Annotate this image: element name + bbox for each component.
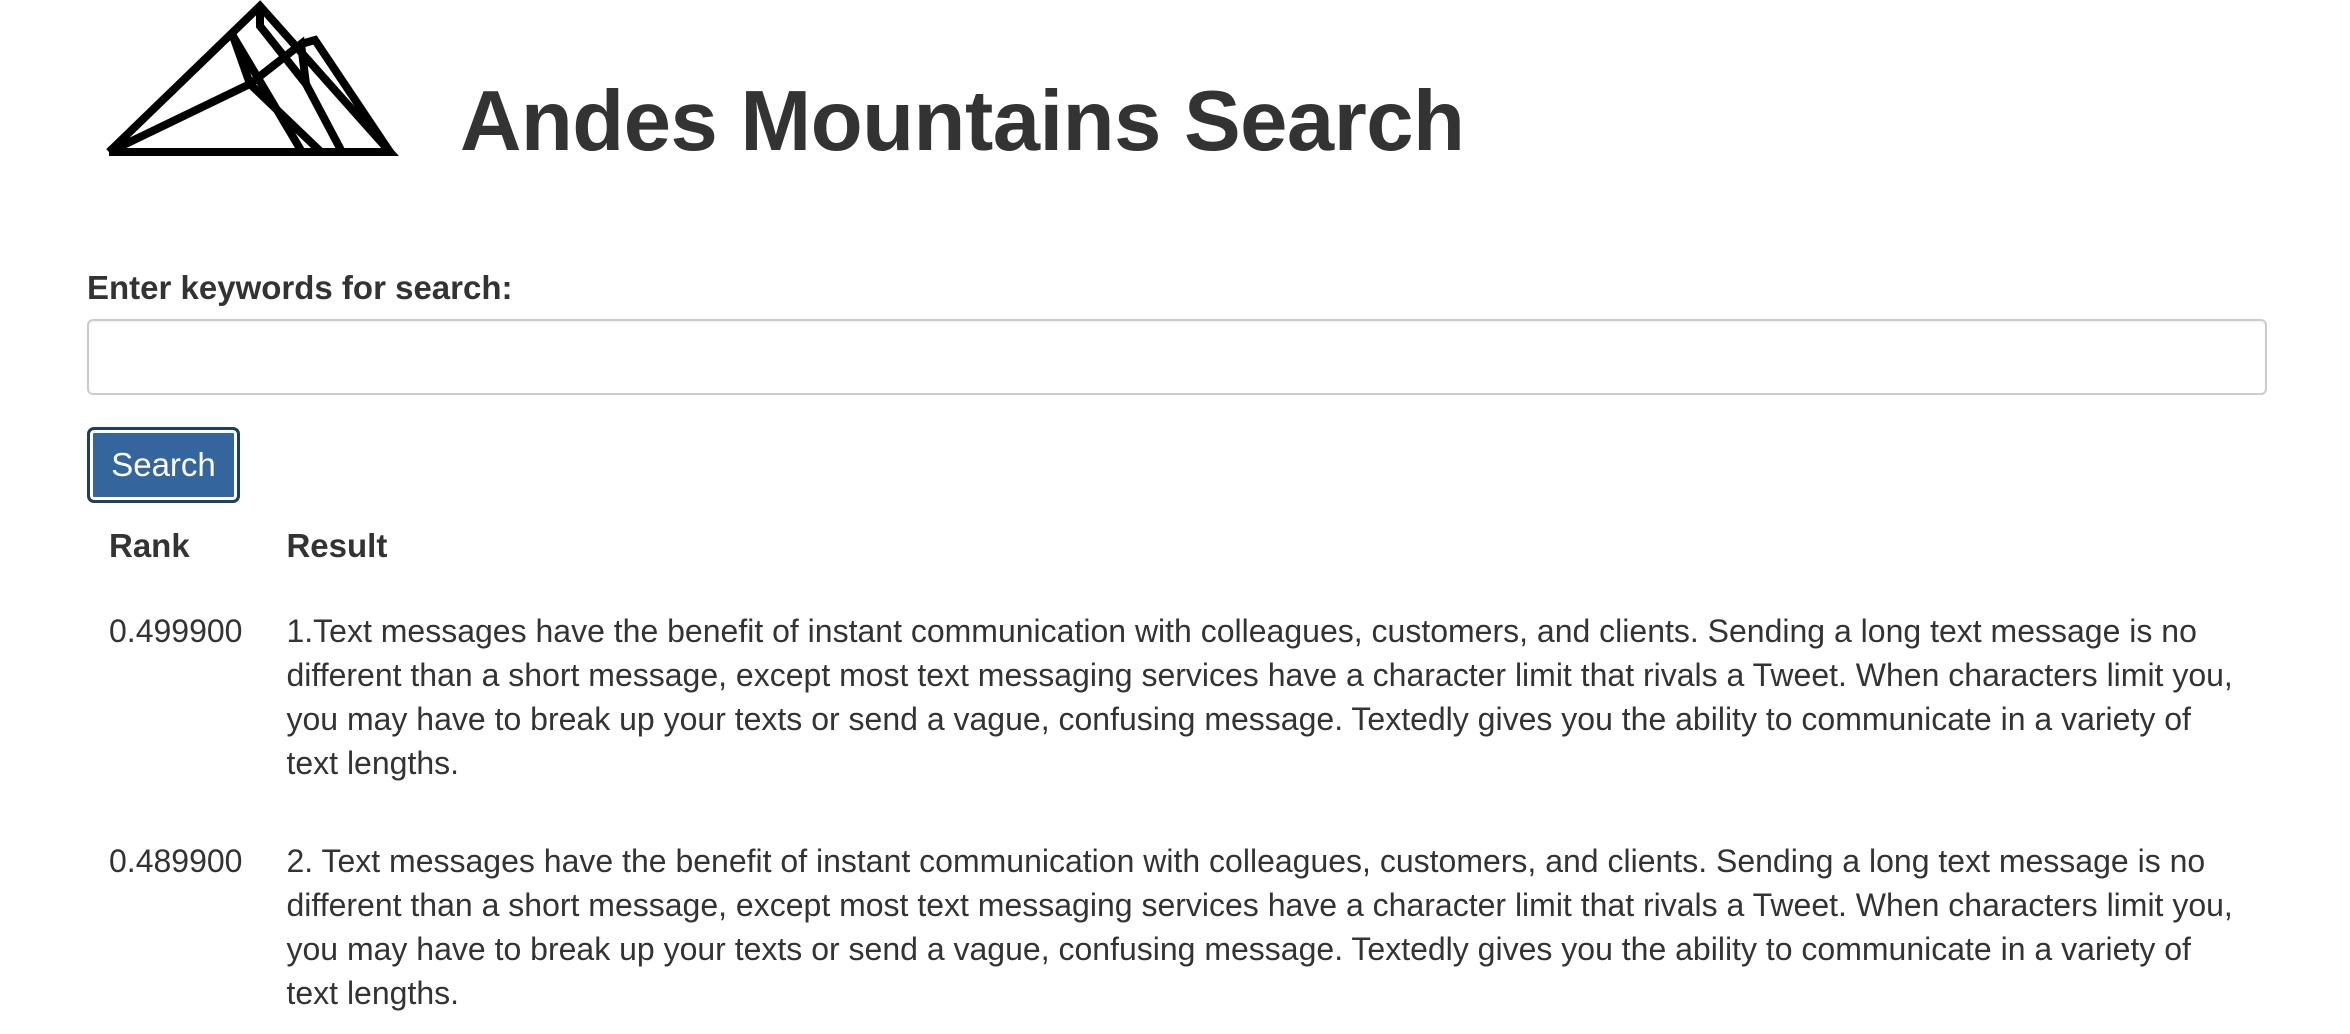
rank-cell: 0.499900 bbox=[109, 613, 243, 649]
rank-cell: 0.489900 bbox=[109, 843, 243, 879]
search-label: Enter keywords for search: bbox=[87, 269, 513, 306]
rank-column-header: Rank bbox=[109, 527, 190, 564]
result-column-header: Result bbox=[286, 527, 388, 564]
mountain-logo-icon bbox=[106, 0, 399, 156]
results-header-row: Rank Result bbox=[87, 515, 2267, 577]
search-input[interactable] bbox=[87, 319, 2267, 395]
page: Andes Mountains Search Enter keywords fo… bbox=[0, 0, 2350, 1034]
result-cell: 1.Text messages have the benefit of inst… bbox=[286, 613, 2233, 781]
results-table: Rank Result 0.499900 1.Text messages hav… bbox=[87, 515, 2267, 1034]
result-cell: 2. Text messages have the benefit of ins… bbox=[286, 843, 2233, 1011]
page-title: Andes Mountains Search bbox=[460, 74, 1465, 169]
table-row: 0.499900 1.Text messages have the benefi… bbox=[87, 577, 2267, 808]
table-row: 0.489900 2. Text messages have the benef… bbox=[87, 808, 2267, 1034]
search-button[interactable]: Search bbox=[87, 427, 240, 503]
